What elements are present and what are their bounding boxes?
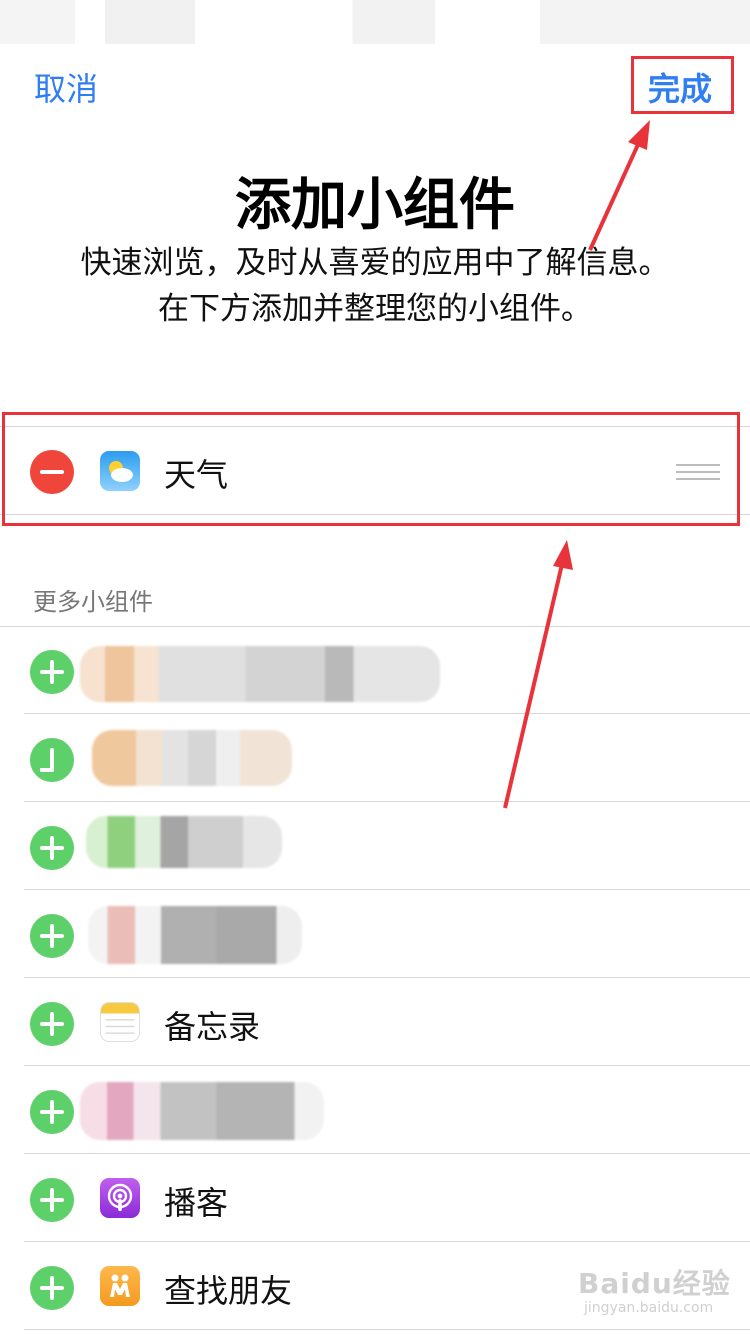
annotation-arrows (503, 120, 650, 809)
arrow-to-weather (503, 540, 573, 809)
watermark-url: jingyan.baidu.com (584, 1300, 714, 1316)
arrow-to-done (588, 120, 650, 251)
watermark-logo: Baidu经验 (578, 1267, 731, 1300)
